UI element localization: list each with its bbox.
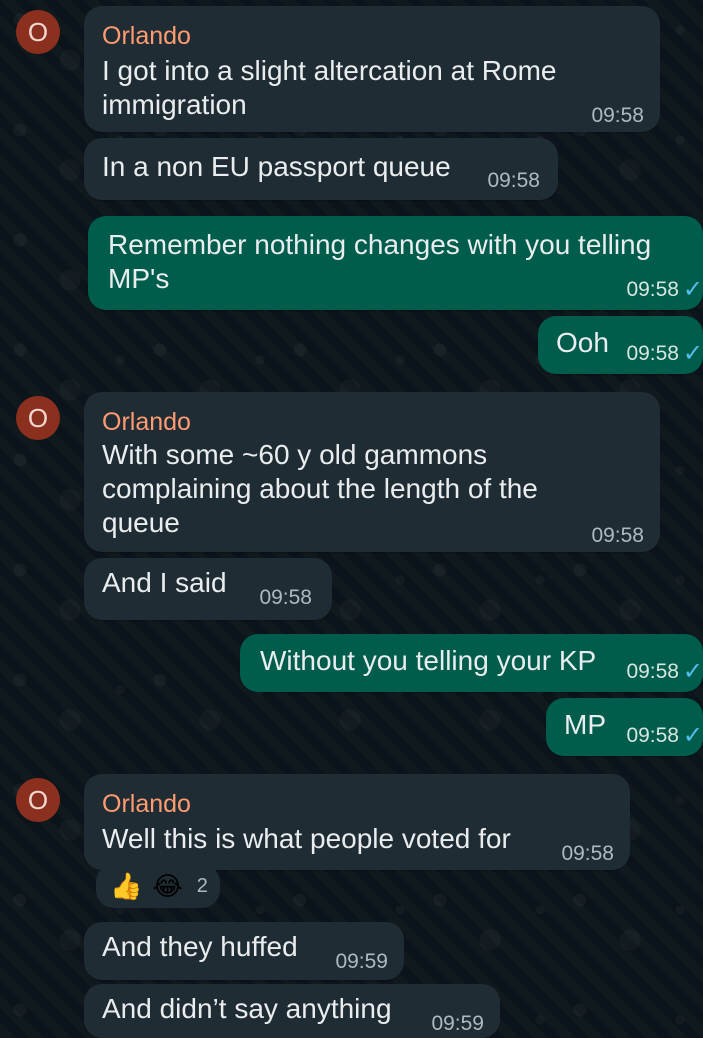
avatar[interactable]: O: [16, 10, 60, 54]
message-text: With some ~60 y old gammons: [102, 439, 488, 470]
message-text: complaining about the length of the: [102, 473, 538, 504]
reaction-count: 2: [196, 875, 208, 897]
message-time: 09:58: [626, 660, 679, 683]
message-text: Remember nothing changes with you tellin…: [108, 229, 652, 260]
message-time: 09:58: [626, 278, 679, 301]
message-bubble[interactable]: Orlando With some ~60 y old gammons comp…: [84, 392, 660, 552]
message-time: 09:58: [591, 524, 644, 547]
message-time: 09:58: [591, 104, 644, 127]
avatar[interactable]: O: [16, 778, 60, 822]
laughing-face-icon: 😂: [152, 871, 183, 901]
avatar[interactable]: O: [16, 396, 60, 440]
double-check-icon: ✓: [682, 658, 703, 685]
message-time: 09:58: [626, 724, 679, 747]
message-bubble[interactable]: In a non EU passport queue 09:58: [84, 138, 558, 200]
message-time: 09:59: [335, 950, 388, 973]
message-text: immigration: [102, 89, 247, 120]
message-bubble[interactable]: Remember nothing changes with you tellin…: [88, 216, 703, 310]
message-bubble[interactable]: Orlando I got into a slight altercation …: [84, 6, 660, 132]
message-bubble[interactable]: MP 09:58 ✓: [546, 698, 703, 756]
message-time: 09:58: [561, 842, 614, 865]
reaction-pill[interactable]: 👍 😂 2: [96, 864, 220, 908]
message-time: 09:59: [431, 1012, 484, 1035]
message-bubble[interactable]: Orlando Well this is what people voted f…: [84, 774, 630, 870]
message-text: Without you telling your KP: [260, 645, 597, 676]
message-text: Well this is what people voted for: [102, 823, 511, 854]
message-text: And I said: [102, 567, 227, 598]
message-bubble[interactable]: Without you telling your KP 09:58 ✓: [240, 634, 703, 692]
message-bubble[interactable]: And I said 09:58: [84, 558, 332, 620]
message-text: MP: [564, 709, 606, 740]
message-text: In a non EU passport queue: [102, 151, 451, 182]
sender-name: Orlando: [102, 790, 191, 818]
sender-name: Orlando: [102, 22, 191, 50]
message-text: MP's: [108, 263, 170, 294]
chat-background: O Orlando I got into a slight altercatio…: [0, 0, 703, 1038]
double-check-icon: ✓: [682, 340, 703, 367]
message-bubble[interactable]: And didn’t say anything 09:59: [84, 984, 500, 1038]
message-text: Ooh: [556, 327, 609, 358]
double-check-icon: ✓: [682, 276, 703, 303]
double-check-icon: ✓: [682, 722, 703, 749]
message-text: I got into a slight altercation at Rome: [102, 55, 557, 86]
message-text: queue: [102, 507, 180, 538]
message-time: 09:58: [487, 169, 540, 192]
message-time: 09:58: [626, 342, 679, 365]
sender-name: Orlando: [102, 408, 191, 436]
message-text: And they huffed: [102, 931, 298, 962]
message-bubble[interactable]: And they huffed 09:59: [84, 922, 404, 980]
message-time: 09:58: [259, 586, 312, 609]
thumbs-up-icon: 👍: [110, 871, 143, 901]
message-text: And didn’t say anything: [102, 993, 392, 1024]
message-bubble[interactable]: Ooh 09:58 ✓: [538, 316, 703, 374]
